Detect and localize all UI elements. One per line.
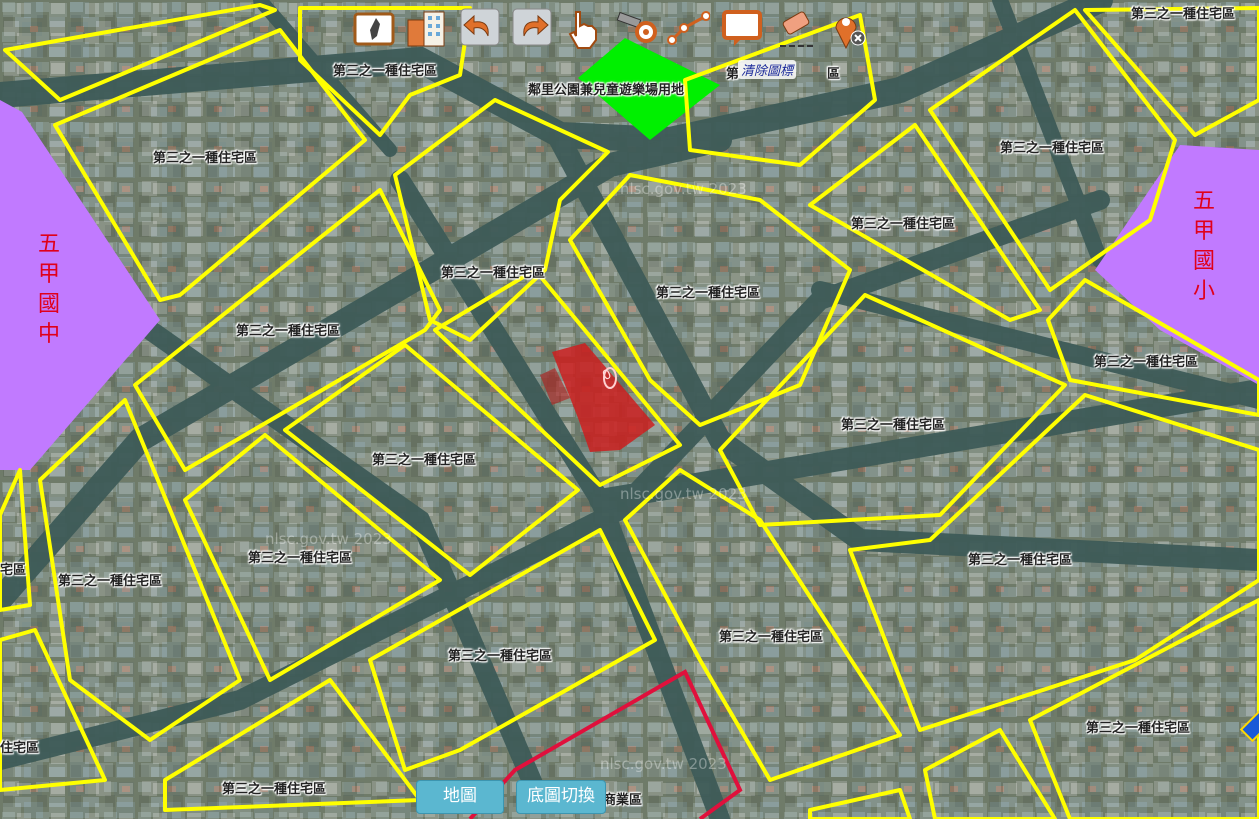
clear-marker-icon[interactable] [826, 6, 870, 50]
zone-label: 第三之一種住宅區 [153, 151, 258, 166]
undo-icon[interactable] [458, 6, 502, 50]
zone-label: 第三之一種住宅區 [448, 649, 553, 664]
map-button[interactable]: 地圖 [416, 780, 504, 814]
zone-label: 第三之一種住宅區 [1094, 355, 1199, 370]
zone-label: 第三之一種住宅區 [719, 630, 824, 645]
zone-label: 第三之一種住宅區 [851, 217, 956, 232]
watermark: nlsc.gov.tw 2023 [620, 180, 747, 198]
ruler-measure-icon[interactable] [614, 6, 658, 50]
commercial-label: 商業區 [603, 793, 643, 808]
zone-label: 區 [827, 67, 841, 82]
school-label-left: 五甲國中 [37, 232, 60, 347]
school-label-right: 五甲國小 [1192, 189, 1215, 304]
clear-marker-tooltip: 清除圖標 [738, 60, 797, 79]
zone-label: 第三之一種住宅區 [1086, 721, 1191, 736]
basemap-switch-button[interactable]: 底圖切換 [516, 780, 606, 814]
watermark: nlsc.gov.tw 2023 [600, 755, 727, 773]
zone-label: 宅區 [0, 563, 27, 578]
watermark: nlsc.gov.tw 2023 [620, 485, 747, 503]
polyline-measure-icon[interactable] [666, 6, 711, 50]
zone-label: 第三之一種住宅區 [1000, 141, 1105, 156]
zone-label: 第三之一種住宅區 [236, 324, 341, 339]
zone-label: 住宅區 [0, 741, 40, 756]
zone-label: 第三之一種住宅區 [968, 553, 1073, 568]
zone-label: 第三之一種住宅區 [222, 782, 327, 797]
zone-label: 第三之一種住宅區 [58, 574, 163, 589]
zone-label: 第三之一種住宅區 [441, 266, 546, 281]
hand-pointer-icon[interactable] [562, 6, 606, 50]
zone-label: 第三之一種住宅區 [656, 286, 761, 301]
redo-icon[interactable] [510, 6, 554, 50]
zone-label: 第三之一種住宅區 [248, 551, 353, 566]
zone-label: 第三之一種住宅區 [333, 64, 438, 79]
buildings-icon[interactable] [404, 6, 448, 50]
comment-icon[interactable] [720, 6, 764, 50]
map-canvas[interactable] [0, 0, 1259, 819]
map-toolbar [350, 6, 870, 54]
zone-label: 第三之一種住宅區 [841, 418, 946, 433]
zone-label: 第三之一種住宅區 [372, 453, 477, 468]
zone-label: 第三之一種住宅區 [1131, 7, 1236, 22]
taiwan-map-icon[interactable] [352, 6, 396, 50]
watermark: nlsc.gov.tw 2023 [265, 530, 392, 548]
eraser-icon[interactable] [774, 6, 818, 50]
park-label: 鄰里公園兼兒童遊樂場用地 [528, 83, 685, 98]
